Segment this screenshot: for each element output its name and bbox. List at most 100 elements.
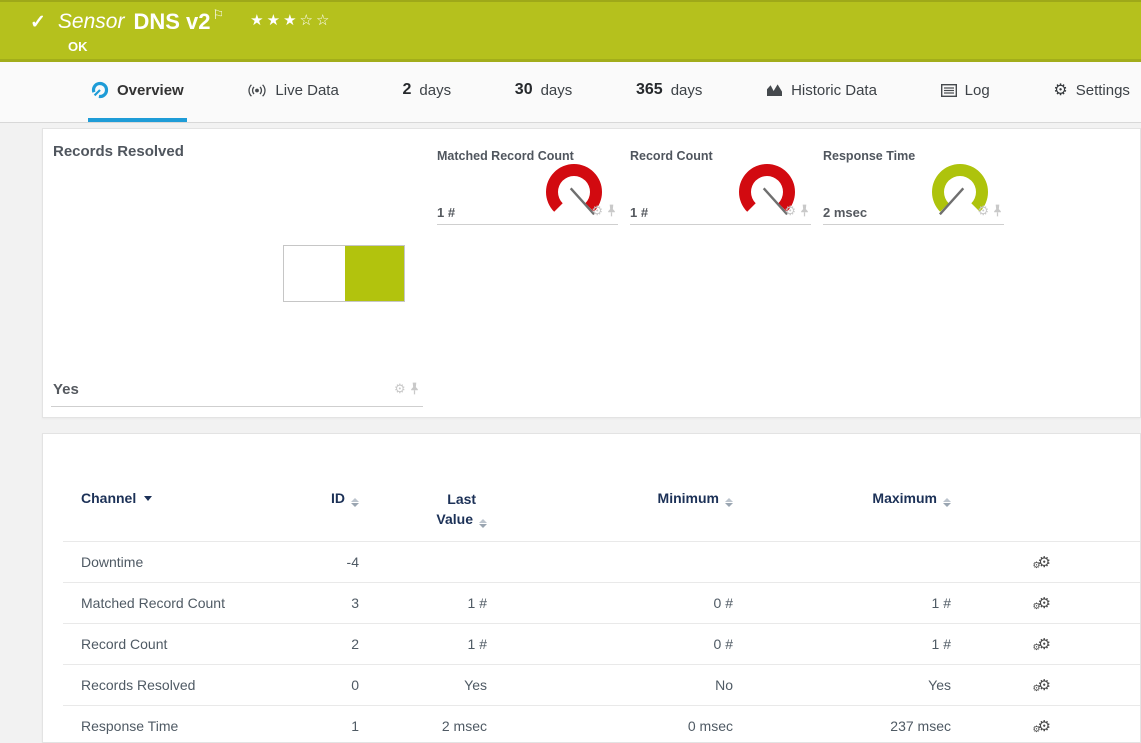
tab-label: days — [419, 82, 451, 99]
tab-historic-data[interactable]: Historic Data — [763, 62, 880, 122]
tile-gear-icon[interactable]: ⚙ — [394, 382, 406, 395]
sort-arrows-icon — [943, 498, 951, 507]
tile-gear-icon[interactable]: ⚙ — [977, 204, 989, 217]
tile-pin-icon[interactable] — [800, 204, 809, 217]
flag-icon[interactable]: ⚐ — [213, 7, 225, 23]
gauge-value: 2 msec — [823, 205, 867, 220]
sort-caret-icon — [144, 496, 152, 501]
channel-last-value: Yes — [359, 677, 487, 693]
divider — [630, 224, 811, 225]
tab-log[interactable]: Log — [938, 62, 993, 122]
gauge-tile-record-count: Record Count 1 # ⚙ — [630, 149, 811, 225]
channels-table-panel: Channel ID LastValue Minimum Maximum Dow… — [42, 433, 1141, 743]
column-header-label: Maximum — [872, 490, 937, 506]
channel-minimum: 0 # — [487, 595, 733, 611]
tab-label: days — [541, 82, 573, 99]
stars-filled[interactable]: ★★★ — [250, 12, 299, 29]
primary-channel-value: Yes — [53, 381, 79, 398]
tab-label: Settings — [1076, 82, 1130, 99]
area-chart-icon — [766, 83, 783, 97]
channel-settings-icon[interactable]: ⚙⚙ — [1032, 677, 1051, 694]
channel-id: 0 — [281, 677, 359, 693]
gauge-tile-response-time: Response Time 2 msec ⚙ — [823, 149, 1004, 225]
tab-30-days[interactable]: 30 days — [512, 62, 575, 122]
log-icon — [941, 84, 957, 97]
tab-settings[interactable]: ⚙ Settings — [1050, 62, 1133, 122]
channel-settings-icon[interactable]: ⚙⚙ — [1032, 554, 1051, 571]
channel-maximum: 1 # — [733, 595, 951, 611]
channel-name[interactable]: Record Count — [81, 636, 281, 652]
channel-maximum: Yes — [733, 677, 951, 693]
divider — [51, 406, 423, 407]
column-header-label: Channel — [81, 490, 136, 506]
channel-name[interactable]: Downtime — [81, 554, 281, 570]
column-header-label: Minimum — [658, 490, 719, 506]
channel-maximum: 237 msec — [733, 718, 951, 734]
mini-chart-segment-white — [284, 246, 345, 301]
column-header-maximum[interactable]: Maximum — [733, 490, 951, 507]
tile-gear-icon[interactable]: ⚙ — [784, 204, 796, 217]
divider — [823, 224, 1004, 225]
tile-gear-icon[interactable]: ⚙ — [591, 204, 603, 217]
sort-arrows-icon — [351, 498, 359, 507]
channel-id: 3 — [281, 595, 359, 611]
gear-icon: ⚙ — [1053, 80, 1067, 100]
gauge-icon — [91, 81, 109, 99]
channel-settings-icon[interactable]: ⚙⚙ — [1032, 595, 1051, 612]
column-header-minimum[interactable]: Minimum — [487, 490, 733, 507]
table-row-matched-record-count: Matched Record Count 3 1 # 0 # 1 # ⚙⚙ — [43, 583, 1140, 623]
channel-id: 1 — [281, 718, 359, 734]
gauge-value: 1 # — [630, 205, 648, 220]
records-resolved-mini-chart — [283, 245, 405, 302]
tile-pin-icon[interactable] — [607, 204, 616, 217]
channel-minimum: No — [487, 677, 733, 693]
tab-label: Live Data — [275, 82, 338, 99]
gauge-value: 1 # — [437, 205, 455, 220]
sensor-status-header: ✓ Sensor DNS v2 ⚐ ★★★☆☆ OK — [0, 0, 1141, 62]
channel-name[interactable]: Matched Record Count — [81, 595, 281, 611]
primary-tile-title: Records Resolved — [53, 143, 184, 160]
table-row-record-count: Record Count 2 1 # 0 # 1 # ⚙⚙ — [43, 624, 1140, 664]
gauge-tile-matched-record-count: Matched Record Count 1 # ⚙ — [437, 149, 618, 225]
status-badge: OK — [68, 39, 88, 54]
tab-2-days[interactable]: 2 days — [400, 62, 455, 122]
sensor-type-label: Sensor — [58, 10, 125, 34]
mini-chart-segment-green — [345, 246, 404, 301]
tile-pin-icon[interactable] — [410, 382, 419, 395]
tab-label: Overview — [117, 82, 184, 99]
channel-settings-icon[interactable]: ⚙⚙ — [1032, 718, 1051, 735]
tab-overview[interactable]: Overview — [88, 62, 187, 122]
channel-name[interactable]: Response Time — [81, 718, 281, 734]
table-row-response-time: Response Time 1 2 msec 0 msec 237 msec ⚙… — [43, 706, 1140, 743]
column-header-last-value[interactable]: LastValue — [359, 490, 487, 529]
stars-empty[interactable]: ☆☆ — [300, 12, 333, 29]
table-header-row: Channel ID LastValue Minimum Maximum — [43, 434, 1140, 541]
overview-panel: Records Resolved Yes ⚙ Matched Record Co… — [42, 128, 1141, 418]
channel-maximum: 1 # — [733, 636, 951, 652]
channel-last-value: 1 # — [359, 595, 487, 611]
gauge-title: Record Count — [630, 149, 713, 163]
tab-label: Historic Data — [791, 82, 877, 99]
divider — [437, 224, 618, 225]
channel-last-value: 1 # — [359, 636, 487, 652]
tab-label: Log — [965, 82, 990, 99]
channel-id: 2 — [281, 636, 359, 652]
priority-rating[interactable]: ★★★☆☆ — [250, 11, 332, 29]
status-check-icon: ✓ — [30, 11, 46, 34]
channel-settings-icon[interactable]: ⚙⚙ — [1032, 636, 1051, 653]
gauge-title: Response Time — [823, 149, 915, 163]
tile-pin-icon[interactable] — [993, 204, 1002, 217]
tab-365-days[interactable]: 365 days — [633, 62, 705, 122]
tab-label: days — [671, 82, 703, 99]
channel-name[interactable]: Records Resolved — [81, 677, 281, 693]
channel-id: -4 — [281, 554, 359, 570]
primary-channel-tile: Records Resolved Yes ⚙ — [43, 129, 437, 417]
column-header-channel[interactable]: Channel — [81, 490, 281, 506]
tab-live-data[interactable]: Live Data — [244, 62, 341, 122]
sort-arrows-icon — [479, 519, 487, 528]
column-header-label: ID — [331, 490, 345, 506]
table-row-downtime: Downtime -4 ⚙⚙ — [43, 542, 1140, 582]
column-header-id[interactable]: ID — [281, 490, 359, 507]
channel-minimum: 0 # — [487, 636, 733, 652]
sensor-name: DNS v2 — [133, 9, 210, 35]
